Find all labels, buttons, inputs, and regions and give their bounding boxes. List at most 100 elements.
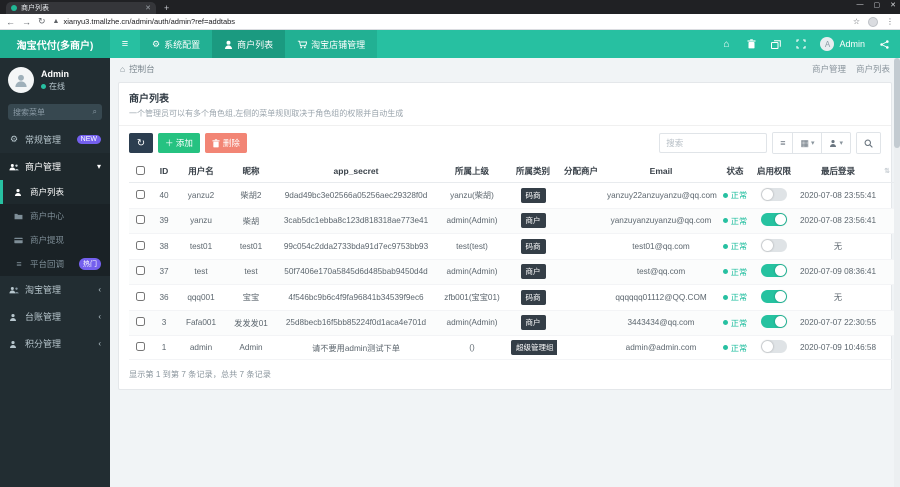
- navtab-taobao-shop[interactable]: 淘宝店铺管理: [285, 30, 378, 58]
- cell-status: 正常: [717, 335, 753, 360]
- row-checkbox[interactable]: [135, 317, 145, 327]
- sidebar-item-merchant-list[interactable]: 商户列表: [0, 180, 110, 204]
- back-icon[interactable]: ←: [6, 17, 15, 27]
- search-toggle-button[interactable]: [857, 133, 880, 153]
- browser-menu-icon[interactable]: ⋮: [886, 17, 894, 26]
- cell-nickname: 柴胡2: [225, 182, 277, 209]
- refresh-button[interactable]: ↻: [129, 133, 153, 153]
- sidebar-item-merchant-mgmt[interactable]: 商户管理 ▾: [0, 153, 110, 180]
- permission-toggle[interactable]: [761, 264, 787, 278]
- tab-close-icon[interactable]: ✕: [145, 4, 151, 12]
- cell-status: 正常: [717, 310, 753, 336]
- sidebar-item-points-mgmt[interactable]: 积分管理 ‹: [0, 330, 110, 357]
- cell-email: admin@admin.com: [605, 335, 717, 360]
- cell-username: yanzu: [177, 208, 225, 234]
- sidebar-user-panel: Admin 在线: [0, 58, 110, 102]
- sidebar-item-taobao-mgmt[interactable]: 淘宝管理 ‹: [0, 276, 110, 303]
- permission-toggle[interactable]: [761, 315, 787, 329]
- bookmark-star-icon[interactable]: ☆: [853, 17, 860, 26]
- cell-permission: [753, 182, 795, 209]
- new-tab-button[interactable]: +: [164, 2, 169, 14]
- profile-avatar[interactable]: [868, 16, 878, 27]
- sidebar-search-input[interactable]: [13, 107, 93, 117]
- app-logo[interactable]: 淘宝代付(多商户): [0, 30, 110, 58]
- multi-window-icon[interactable]: [770, 38, 782, 50]
- sidebar-item-platform-callback[interactable]: ≡ 平台回调 热门: [0, 252, 110, 276]
- window-minimize-icon[interactable]: —: [857, 1, 864, 9]
- table-row: 36 qqq001 宝宝 4f546bc9b6c4f9fa96841b34539f9e…: [129, 284, 900, 311]
- cell-status: 正常: [717, 233, 753, 260]
- row-checkbox[interactable]: [135, 189, 145, 199]
- permission-toggle[interactable]: [761, 289, 787, 303]
- sidebar-item-merchant-withdraw[interactable]: 商户提现: [0, 228, 110, 252]
- cell-category: 码商: [509, 284, 557, 311]
- select-all-checkbox[interactable]: [135, 165, 145, 175]
- row-checkbox[interactable]: [135, 342, 145, 351]
- category-badge: 码商: [520, 187, 546, 203]
- shop-cart-icon: [297, 40, 308, 49]
- user-icon: [224, 40, 233, 49]
- url-field[interactable]: ▲ xianyu3.tmallzhe.cn/admin/auth/admin?r…: [53, 17, 846, 26]
- reload-icon[interactable]: ↻: [38, 16, 46, 27]
- table-row: 1 admin Admin 请不要用admin测试下单() 超级管理组 admin@adm…: [129, 335, 900, 360]
- window-maximize-icon[interactable]: ▢: [874, 1, 881, 9]
- category-badge: 商户: [520, 315, 546, 331]
- permission-toggle[interactable]: [761, 213, 787, 227]
- cell-permission: [753, 259, 795, 285]
- scrollbar-thumb[interactable]: [894, 58, 900, 148]
- cell-last-login: 2020-07-09 10:46:58: [795, 335, 881, 360]
- sort-icon[interactable]: ⇅: [881, 160, 893, 183]
- cell-assigned: [557, 335, 605, 360]
- table-row: 38 test01 test01 99c054c2dda2733bda91d7ec97…: [129, 233, 900, 260]
- cell-app-secret: 9dad49bc3e02566a05256aec29328f0d: [277, 182, 435, 209]
- add-button[interactable]: ＋ 添加: [158, 133, 200, 153]
- cell-username: test01: [177, 233, 225, 260]
- users-icon: [9, 163, 19, 171]
- user-icon: [9, 340, 19, 348]
- export-user-dropdown-button[interactable]: ▾: [822, 133, 850, 153]
- breadcrumb-dashboard[interactable]: 控制台: [129, 63, 155, 75]
- row-checkbox[interactable]: [135, 215, 145, 225]
- home-icon[interactable]: ⌂: [720, 38, 732, 50]
- table-header-row: ID 用户名 昵称 app_secret 所属上级 所属类别 分配商户 Emai…: [129, 160, 900, 183]
- navtab-system-config[interactable]: ⚙ 系统配置: [140, 30, 213, 58]
- delete-button[interactable]: 删除: [204, 133, 247, 153]
- navtab-merchant-list[interactable]: 商户列表: [212, 30, 286, 58]
- row-checkbox[interactable]: [135, 266, 145, 276]
- cell-category: 商户: [509, 310, 557, 336]
- toggle-view-icon[interactable]: ≡: [773, 133, 794, 153]
- breadcrumb-merchant-list[interactable]: 商户列表: [856, 63, 890, 75]
- columns-dropdown-button[interactable]: ▦ ▾: [793, 133, 823, 153]
- status-dot: [722, 218, 728, 224]
- cell-category: 商户: [509, 208, 557, 234]
- navbar-user-menu[interactable]: A Admin: [820, 37, 865, 51]
- permission-toggle[interactable]: [761, 238, 787, 252]
- browser-tab[interactable]: 商户列表 ✕: [6, 2, 156, 14]
- scrollbar[interactable]: [894, 58, 900, 487]
- sidebar-search[interactable]: ⌕: [8, 104, 102, 120]
- row-checkbox[interactable]: [135, 240, 145, 250]
- forward-icon[interactable]: →: [22, 17, 31, 27]
- sidebar-avatar: [8, 67, 34, 93]
- cell-last-login: 2020-07-08 23:55:41: [795, 182, 881, 209]
- breadcrumb-merchant-mgmt[interactable]: 商户管理: [812, 63, 846, 75]
- cell-permission: [753, 284, 795, 311]
- sortable-last-login[interactable]: 最后登录: [795, 160, 881, 183]
- clear-cache-trash-icon[interactable]: [745, 38, 757, 50]
- sidebar-item-ledger-mgmt[interactable]: 台账管理 ‹: [0, 303, 110, 330]
- window-close-icon[interactable]: ✕: [890, 1, 896, 9]
- sidebar-toggle-icon[interactable]: ≡: [110, 30, 140, 58]
- home-icon[interactable]: ⌂: [120, 64, 125, 74]
- table-search-input[interactable]: [659, 133, 768, 153]
- cell-email: test01@qq.com: [605, 233, 717, 260]
- avatar: A: [820, 37, 835, 51]
- pagination-summary: 显示第 1 到第 7 条记录，总共 7 条记录: [129, 370, 271, 379]
- row-checkbox[interactable]: [135, 291, 145, 301]
- cell-assigned: [557, 182, 605, 209]
- permission-toggle[interactable]: [761, 187, 787, 201]
- sidebar-item-general[interactable]: ⚙ 常规管理 NEW: [0, 126, 110, 153]
- permission-toggle[interactable]: [761, 340, 787, 353]
- settings-share-icon[interactable]: [878, 38, 890, 50]
- sidebar-item-merchant-center[interactable]: 商户中心: [0, 204, 110, 228]
- fullscreen-icon[interactable]: [795, 38, 807, 50]
